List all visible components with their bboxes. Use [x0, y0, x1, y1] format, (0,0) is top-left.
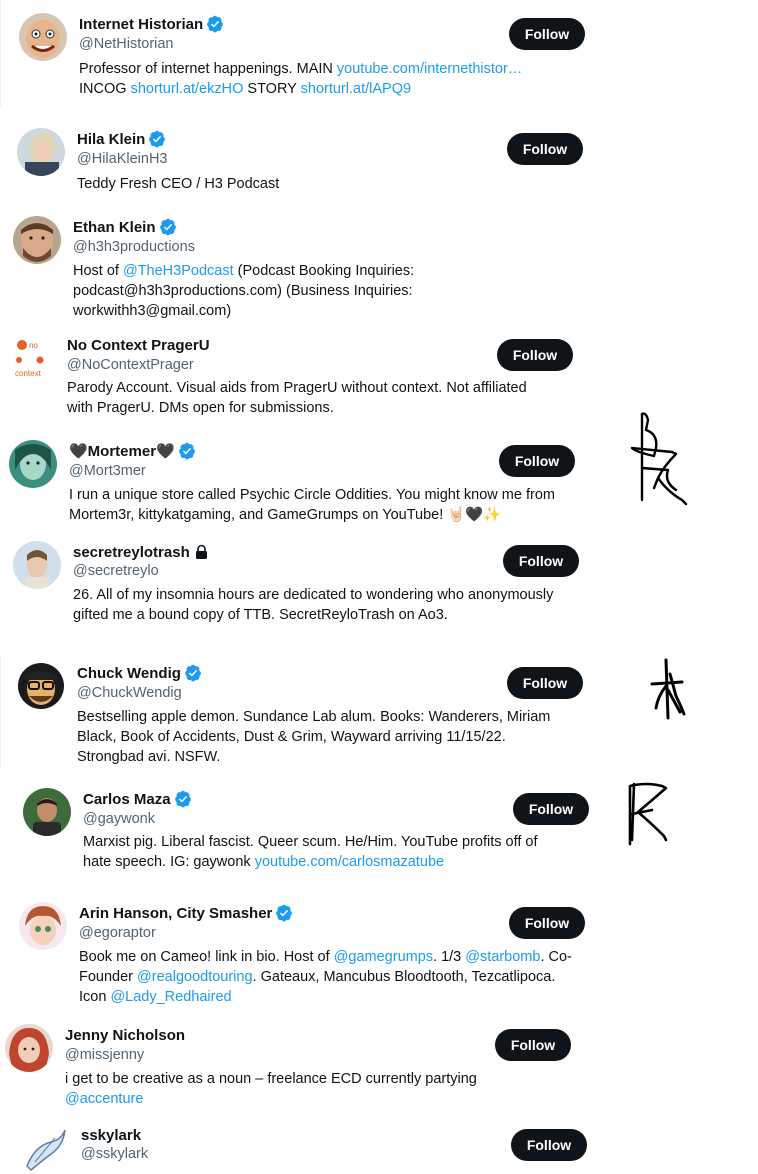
verified-badge-icon [275, 904, 293, 922]
display-name[interactable]: No Context PragerU [67, 337, 210, 354]
verified-badge-icon [148, 130, 166, 148]
bio-link[interactable]: @gamegrumps [334, 949, 433, 965]
bio-link[interactable]: @accenture [65, 1091, 143, 1107]
user-bio: Book me on Cameo! link in bio. Host of @… [79, 949, 572, 1005]
bio-link[interactable]: @Lady_Redhaired [110, 989, 231, 1005]
follow-button[interactable]: Follow [507, 667, 583, 699]
display-name[interactable]: Carlos Maza [83, 791, 171, 808]
lock-icon [194, 544, 209, 560]
user-handle: @NoContextPrager [67, 357, 194, 373]
hand-drawn-doodle [630, 412, 688, 506]
follow-button[interactable]: Follow [499, 445, 575, 477]
bio-link[interactable]: @starbomb [465, 949, 540, 965]
verified-badge-icon [178, 442, 196, 460]
user-cell[interactable]: Ethan Klein @h3h3productions Host of @Th… [0, 208, 600, 324]
avatar[interactable] [21, 1126, 69, 1174]
user-cell[interactable]: sskylark @sskylark Follow [0, 1118, 600, 1174]
display-name[interactable]: 🖤Mortemer🖤 [69, 442, 175, 460]
display-name[interactable]: Hila Klein [77, 131, 145, 148]
verified-badge-icon [184, 664, 202, 682]
display-name[interactable]: secretreylotrash [73, 544, 190, 561]
user-bio: Parody Account. Visual aids from PragerU… [67, 380, 527, 416]
user-cell[interactable]: Hila Klein @HilaKleinH3 Teddy Fresh CEO … [0, 120, 600, 206]
user-handle: @egoraptor [79, 925, 156, 941]
user-cell[interactable]: Internet Historian @NetHistorian Profess… [0, 0, 600, 110]
user-bio: Professor of internet happenings. MAIN y… [79, 61, 523, 97]
user-cell[interactable]: Arin Hanson, City Smasher @egoraptor Boo… [0, 894, 600, 1010]
avatar[interactable] [5, 1024, 53, 1072]
display-name[interactable]: Ethan Klein [73, 219, 156, 236]
bio-link[interactable]: shorturl.at/lAPQ9 [301, 81, 411, 97]
user-cell[interactable]: no context No Context PragerU @NoContextP… [0, 326, 600, 426]
user-cell[interactable]: 🖤Mortemer🖤 @Mort3mer I run a unique stor… [0, 432, 600, 532]
user-handle: @Mort3mer [69, 463, 146, 479]
follow-button[interactable]: Follow [495, 1029, 571, 1061]
user-handle: @sskylark [81, 1146, 149, 1162]
avatar[interactable] [17, 662, 65, 710]
bio-link[interactable]: @realgoodtouring [137, 969, 253, 985]
avatar[interactable] [17, 128, 65, 176]
follow-button[interactable]: Follow [513, 793, 589, 825]
user-handle: @HilaKleinH3 [77, 151, 168, 167]
bio-link[interactable]: @TheH3Podcast [123, 263, 234, 279]
user-cell[interactable]: Carlos Maza @gaywonk Marxist pig. Libera… [0, 780, 600, 880]
user-handle: @ChuckWendig [77, 685, 182, 701]
avatar[interactable]: no context [10, 334, 58, 382]
display-name[interactable]: sskylark [81, 1127, 141, 1144]
avatar[interactable] [13, 216, 61, 264]
follow-button[interactable]: Follow [507, 133, 583, 165]
follow-button[interactable]: Follow [497, 339, 573, 371]
user-handle: @gaywonk [83, 811, 155, 827]
display-name[interactable]: Jenny Nicholson [65, 1027, 185, 1044]
user-handle: @NetHistorian [79, 36, 174, 52]
verified-badge-icon [174, 790, 192, 808]
user-bio: Teddy Fresh CEO / H3 Podcast [77, 176, 280, 192]
bio-link[interactable]: youtube.com/internethistor… [337, 61, 522, 77]
follow-button[interactable]: Follow [509, 18, 585, 50]
user-handle: @missjenny [65, 1047, 145, 1063]
display-name[interactable]: Arin Hanson, City Smasher [79, 905, 272, 922]
user-bio: i get to be creative as a noun – freelan… [65, 1071, 477, 1107]
display-name[interactable]: Internet Historian [79, 16, 203, 33]
avatar[interactable] [13, 541, 61, 589]
verified-badge-icon [159, 218, 177, 236]
bio-link[interactable]: youtube.com/carlosmazatube [255, 854, 444, 870]
user-handle: @secretreylo [73, 563, 159, 579]
avatar[interactable] [9, 440, 57, 488]
follow-button[interactable]: Follow [503, 545, 579, 577]
hand-drawn-doodle [650, 658, 686, 720]
follow-button[interactable]: Follow [509, 907, 585, 939]
avatar-text-no: no [29, 341, 38, 350]
user-cell[interactable]: Chuck Wendig @ChuckWendig Bestselling ap… [0, 654, 600, 768]
user-cell[interactable]: Jenny Nicholson @missjenny i get to be c… [0, 1016, 600, 1112]
user-bio: Bestselling apple demon. Sundance Lab al… [77, 709, 551, 765]
user-handle: @h3h3productions [73, 239, 195, 255]
user-bio: Host of @TheH3Podcast (Podcast Booking I… [73, 263, 415, 319]
bio-link[interactable]: shorturl.at/ekzHO [131, 81, 244, 97]
hand-drawn-doodle [628, 782, 668, 846]
display-name[interactable]: Chuck Wendig [77, 665, 181, 682]
user-bio: Marxist pig. Liberal fascist. Queer scum… [83, 834, 538, 870]
verified-badge-icon [206, 15, 224, 33]
user-bio: I run a unique store called Psychic Circ… [69, 487, 555, 523]
avatar-text-context: context [15, 369, 42, 378]
avatar[interactable] [23, 788, 71, 836]
follow-button[interactable]: Follow [511, 1129, 587, 1161]
avatar[interactable] [19, 902, 67, 950]
user-bio: 26. All of my insomnia hours are dedicat… [73, 587, 554, 623]
avatar[interactable] [19, 13, 67, 61]
user-cell[interactable]: secretreylotrash @secretreylo 26. All of… [0, 536, 600, 636]
